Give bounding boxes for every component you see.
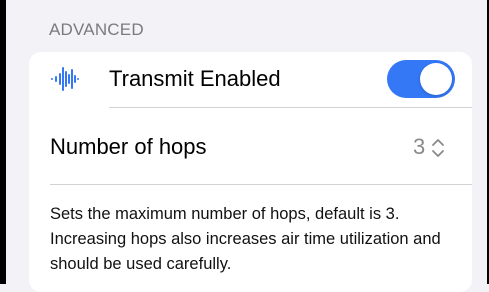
transmit-row: Transmit Enabled — [29, 52, 472, 106]
section-header: ADVANCED — [49, 20, 144, 39]
chevron-up-down-icon — [432, 139, 444, 157]
number-of-hops-value: 3 — [413, 134, 426, 159]
hops-description: Sets the maximum number of hops, default… — [50, 205, 441, 273]
toggle-knob — [420, 63, 452, 95]
number-of-hops-label: Number of hops — [50, 134, 207, 159]
settings-card: Transmit Enabled Number of hops 3 Sets t… — [29, 52, 472, 292]
waveform-icon — [51, 67, 79, 91]
window-edge-left — [0, 0, 6, 284]
number-of-hops-picker[interactable]: Number of hops 3 — [29, 108, 472, 184]
transmit-enabled-toggle[interactable] — [387, 60, 455, 98]
row-divider — [50, 184, 472, 185]
transmit-enabled-label: Transmit Enabled — [109, 66, 281, 91]
